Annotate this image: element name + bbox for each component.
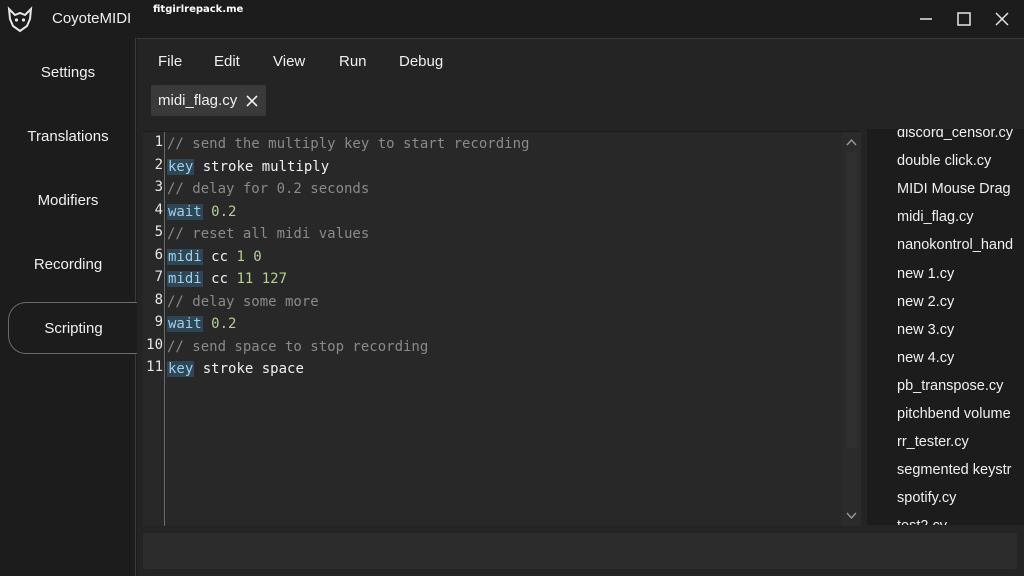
- code-line: // delay for 0.2 seconds: [167, 179, 369, 199]
- line-number: 6: [154, 246, 163, 263]
- code-token: 0.2: [211, 316, 237, 332]
- code-line: // delay some more: [167, 292, 319, 312]
- code-token: wait: [167, 203, 203, 220]
- maximize-icon: [957, 12, 971, 26]
- file-list-item[interactable]: pb_transpose.cy: [897, 378, 1024, 402]
- tab-midi-flag[interactable]: midi_flag.cy: [151, 85, 266, 116]
- file-list-item[interactable]: new 2.cy: [897, 294, 1024, 318]
- code-token: // delay some more: [167, 293, 319, 310]
- output-bar: [143, 533, 1017, 569]
- code-token: key: [167, 361, 195, 377]
- close-icon: [995, 12, 1009, 26]
- code-token: stroke space: [194, 361, 304, 377]
- line-number: 8: [154, 291, 163, 308]
- sidebar-item-modifiers[interactable]: Modifiers: [0, 180, 136, 220]
- sidebar-item-label: Scripting: [44, 319, 103, 337]
- line-number: 7: [154, 269, 163, 285]
- close-window-button[interactable]: [986, 4, 1018, 34]
- menu-edit[interactable]: Edit: [214, 53, 240, 70]
- code-line: wait 0.2: [167, 202, 236, 222]
- sidebar-item-settings[interactable]: Settings: [0, 52, 136, 92]
- file-list-item[interactable]: midi_flag.cy: [897, 209, 1024, 233]
- minimize-icon: [920, 18, 932, 20]
- menu-file[interactable]: File: [158, 53, 182, 70]
- sidebar-item-translations[interactable]: Translations: [0, 116, 136, 156]
- code-token: cc: [202, 271, 237, 287]
- line-number: 4: [154, 201, 163, 218]
- line-number: 1: [154, 134, 163, 150]
- script-file-list[interactable]: discord_censor.cydouble click.cy MIDI Mou…: [867, 129, 1024, 525]
- file-list-item[interactable]: test2.cy: [897, 518, 1024, 525]
- title-bar: CoyoteMIDI fitgirlrepack.me: [0, 0, 1024, 38]
- code-line: // send the multiply key to start record…: [167, 134, 529, 154]
- close-icon[interactable]: [245, 94, 259, 108]
- code-token: // reset all midi values: [167, 226, 370, 242]
- line-number: 10: [146, 336, 163, 353]
- scroll-thumb[interactable]: [846, 152, 857, 448]
- code-token: // delay for 0.2 seconds: [167, 181, 370, 197]
- file-list-item[interactable]: spotify.cy: [897, 490, 1024, 514]
- code-token: // send the multiply key to start record…: [167, 136, 530, 152]
- code-line: midi cc 11 127: [167, 269, 287, 289]
- file-list-item[interactable]: segmented keystr: [897, 462, 1024, 486]
- code-token: 0.2: [211, 203, 237, 220]
- file-list-item[interactable]: new 3.cy: [897, 322, 1024, 346]
- code-token: wait: [167, 316, 203, 332]
- app-title: CoyoteMIDI: [52, 10, 132, 27]
- code-line: // reset all midi values: [167, 224, 369, 244]
- line-number: 2: [154, 156, 163, 173]
- file-list-item[interactable]: rr_tester.cy: [897, 434, 1024, 458]
- code-token: midi: [167, 248, 203, 265]
- code-line: key stroke multiply: [167, 157, 329, 177]
- code-editor[interactable]: 1 2 3 4 5 6 7 8 9 10 11 // send the multiply key t…: [143, 131, 861, 526]
- code-token: 11 127: [236, 271, 288, 287]
- line-number: 11: [146, 359, 163, 375]
- editor-scrollbar[interactable]: [842, 132, 861, 526]
- watermark-text: fitgirlrepack.me: [153, 4, 244, 15]
- sidebar-item-label: Translations: [27, 127, 109, 145]
- file-list-item[interactable]: new 1.cy: [897, 266, 1024, 290]
- coyote-logo-icon: [7, 6, 33, 33]
- line-number: 9: [154, 314, 163, 330]
- file-list-item[interactable]: new 4.cy: [897, 350, 1024, 374]
- code-token: 1 0: [236, 248, 262, 265]
- main-panel: File Edit View Run Debug midi_flag.cy 1 2…: [137, 38, 1024, 576]
- code-token: key: [167, 158, 195, 175]
- code-token: // send space to stop recording: [167, 338, 429, 355]
- menu-view[interactable]: View: [273, 53, 305, 70]
- code-line: wait 0.2: [167, 314, 236, 334]
- sidebar-item-recording[interactable]: Recording: [0, 244, 136, 284]
- code-token: midi: [167, 271, 203, 287]
- chevron-up-icon[interactable]: [844, 135, 859, 150]
- file-list-item[interactable]: nanokontrol_hand: [897, 237, 1024, 261]
- minimize-button[interactable]: [910, 4, 942, 34]
- sidebar: Settings Translations Modifiers Recordin…: [0, 38, 138, 576]
- file-list-item[interactable]: pitchbend volume: [897, 406, 1024, 430]
- tab-label: midi_flag.cy: [158, 92, 238, 109]
- menu-bar: File Edit View Run Debug: [137, 39, 1024, 83]
- line-number-gutter: 1 2 3 4 5 6 7 8 9 10 11: [143, 132, 165, 526]
- sidebar-item-label: Modifiers: [37, 191, 99, 209]
- menu-debug[interactable]: Debug: [399, 53, 443, 70]
- sidebar-item-scripting[interactable]: Scripting: [8, 302, 138, 354]
- file-list-item[interactable]: discord_censor.cy: [897, 129, 1024, 149]
- sidebar-item-label: Settings: [40, 63, 96, 81]
- menu-run[interactable]: Run: [339, 53, 367, 70]
- code-line: key stroke space: [167, 359, 304, 379]
- code-line: // send space to stop recording: [167, 337, 428, 357]
- code-token: stroke multiply: [194, 158, 330, 175]
- code-token: cc: [202, 248, 237, 265]
- code-line: midi cc 1 0: [167, 247, 262, 267]
- chevron-down-icon[interactable]: [844, 508, 859, 523]
- file-list-item[interactable]: MIDI Mouse Drag: [897, 181, 1024, 205]
- line-number: 3: [154, 179, 163, 195]
- sidebar-item-label: Recording: [33, 255, 103, 273]
- line-number: 5: [154, 224, 163, 240]
- file-list-item[interactable]: double click.cy: [897, 153, 1024, 177]
- maximize-button[interactable]: [948, 4, 980, 34]
